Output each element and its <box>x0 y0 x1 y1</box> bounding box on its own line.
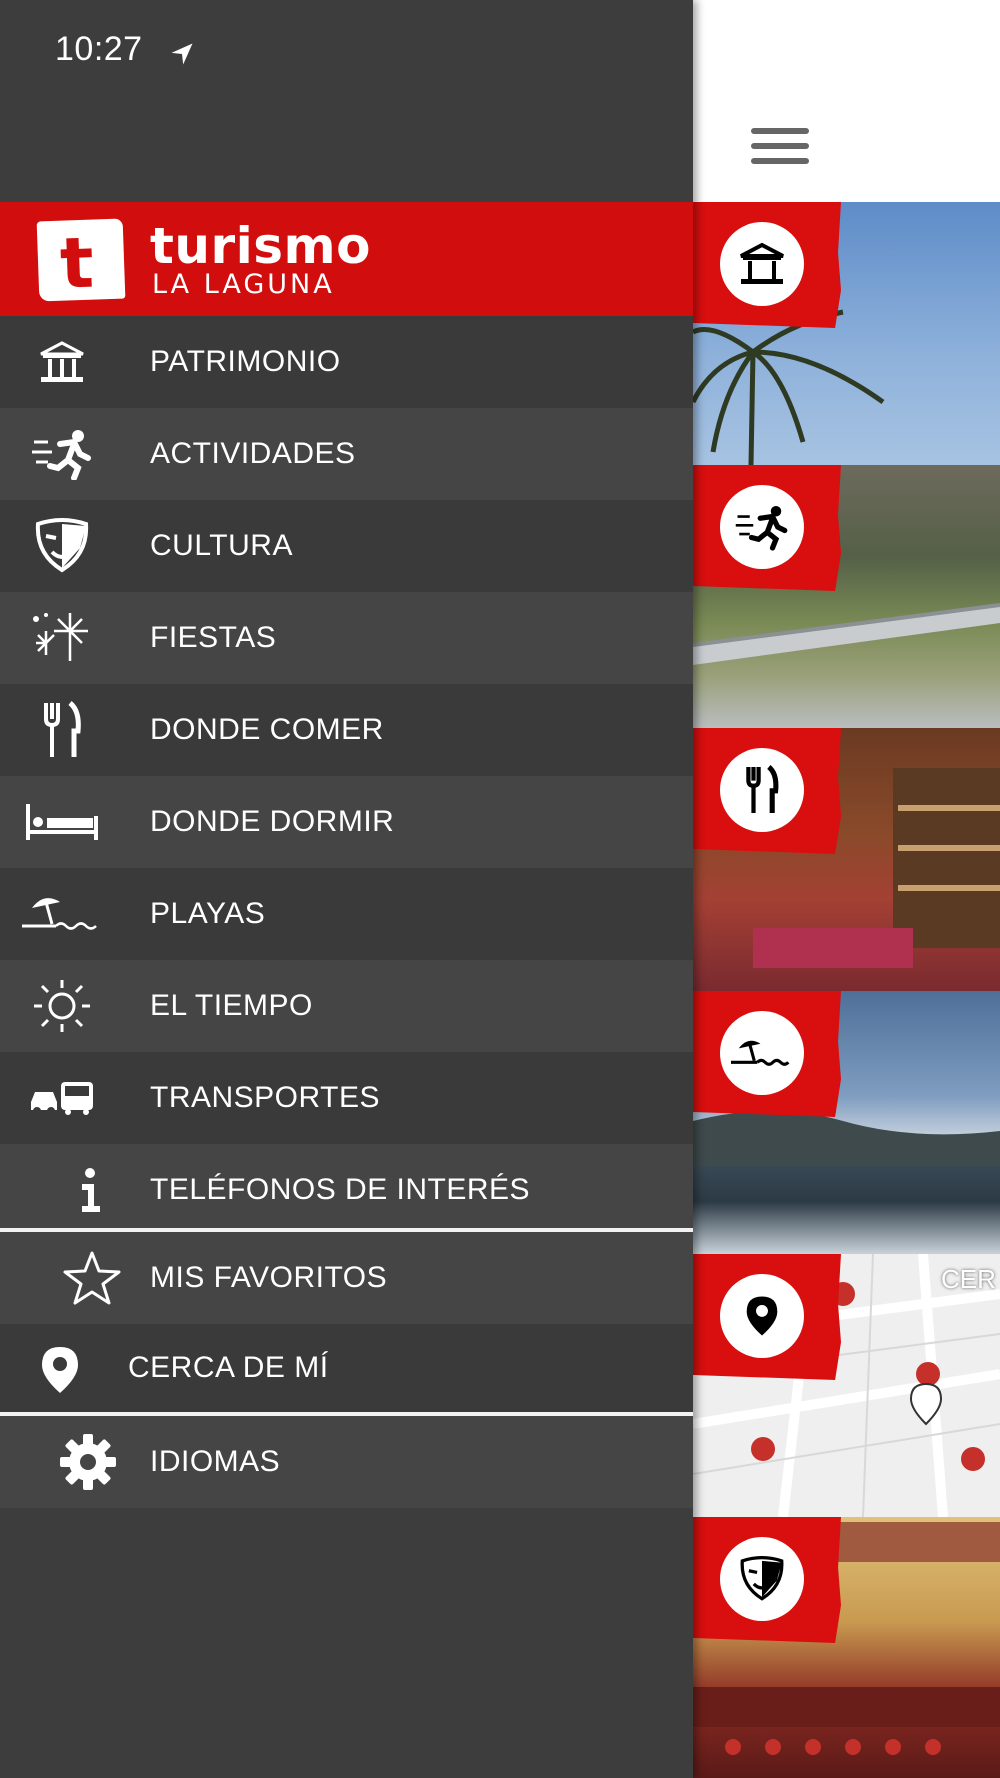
navigation-drawer: 10:27 t turismo LA LAGUNA PATRIMONIO ACT… <box>0 0 693 1778</box>
menu-label: CERCA DE MÍ <box>128 1351 329 1384</box>
theater-mask-icon <box>20 514 104 578</box>
menu-label: DONDE DORMIR <box>150 805 395 838</box>
menu-label: EL TIEMPO <box>150 989 313 1022</box>
location-pin-icon <box>720 1274 804 1358</box>
brand-title: turismo <box>150 217 372 275</box>
tile-patrimonio[interactable] <box>693 202 1000 465</box>
gear-icon <box>46 1430 130 1494</box>
menu-item-donde-dormir[interactable]: DONDE DORMIR <box>0 776 693 868</box>
brand-header: t turismo LA LAGUNA <box>0 202 693 316</box>
menu-label: CULTURA <box>150 529 293 562</box>
hamburger-menu-icon[interactable] <box>751 128 809 172</box>
building-icon <box>720 222 804 306</box>
menu-item-playas[interactable]: PLAYAS <box>0 868 693 960</box>
logo-letter: t <box>58 221 95 305</box>
menu-label: ACTIVIDADES <box>150 437 356 470</box>
sun-icon <box>20 974 104 1038</box>
menu-item-donde-comer[interactable]: DONDE COMER <box>0 684 693 776</box>
menu-item-fiestas[interactable]: FIESTAS <box>0 592 693 684</box>
menu-label: MIS FAVORITOS <box>150 1261 388 1294</box>
runner-icon <box>20 422 104 486</box>
menu-label: TRANSPORTES <box>150 1081 380 1114</box>
tile-actividades[interactable] <box>693 465 1000 728</box>
tile-donde-comer[interactable] <box>693 728 1000 991</box>
menu-item-cerca-de-mi[interactable]: CERCA DE MÍ <box>0 1324 693 1412</box>
logo: t <box>36 218 126 305</box>
star-icon <box>50 1246 134 1310</box>
beach-umbrella-icon <box>20 882 104 946</box>
brand-subtitle: LA LAGUNA <box>152 269 335 300</box>
tile-cerca-de-mi[interactable]: CER <box>693 1254 1000 1517</box>
car-bus-icon <box>20 1066 104 1130</box>
tile-cultura[interactable] <box>693 1517 1000 1778</box>
building-icon <box>20 330 104 394</box>
beach-umbrella-icon <box>720 1011 804 1095</box>
menu-label: DONDE COMER <box>150 713 384 746</box>
menu-item-telefonos[interactable]: TELÉFONOS DE INTERÉS <box>0 1144 693 1236</box>
bed-icon <box>20 790 104 854</box>
runner-icon <box>720 485 804 569</box>
location-arrow-icon <box>171 43 193 65</box>
menu-label: TELÉFONOS DE INTERÉS <box>150 1173 531 1206</box>
top-bar <box>693 0 1000 202</box>
menu-label: PLAYAS <box>150 897 266 930</box>
menu-item-idiomas[interactable]: IDIOMAS <box>0 1416 693 1508</box>
fork-knife-icon <box>720 748 804 832</box>
location-pin-icon <box>18 1338 102 1402</box>
theater-mask-icon <box>720 1537 804 1621</box>
menu-label: IDIOMAS <box>150 1445 281 1478</box>
info-icon <box>48 1158 132 1222</box>
menu-label: FIESTAS <box>150 621 277 654</box>
menu-item-cultura[interactable]: CULTURA <box>0 500 693 592</box>
menu-label: PATRIMONIO <box>150 345 341 378</box>
fork-knife-icon <box>20 698 104 762</box>
main-content: CER <box>693 0 1000 1778</box>
menu-item-el-tiempo[interactable]: EL TIEMPO <box>0 960 693 1052</box>
menu-item-transportes[interactable]: TRANSPORTES <box>0 1052 693 1144</box>
menu-item-actividades[interactable]: ACTIVIDADES <box>0 408 693 500</box>
fireworks-icon <box>20 606 104 670</box>
menu-item-mis-favoritos[interactable]: MIS FAVORITOS <box>0 1232 693 1324</box>
map-label: CER <box>941 1264 996 1294</box>
status-time: 10:27 <box>55 30 143 68</box>
tile-playas[interactable] <box>693 991 1000 1254</box>
menu-item-patrimonio[interactable]: PATRIMONIO <box>0 316 693 408</box>
